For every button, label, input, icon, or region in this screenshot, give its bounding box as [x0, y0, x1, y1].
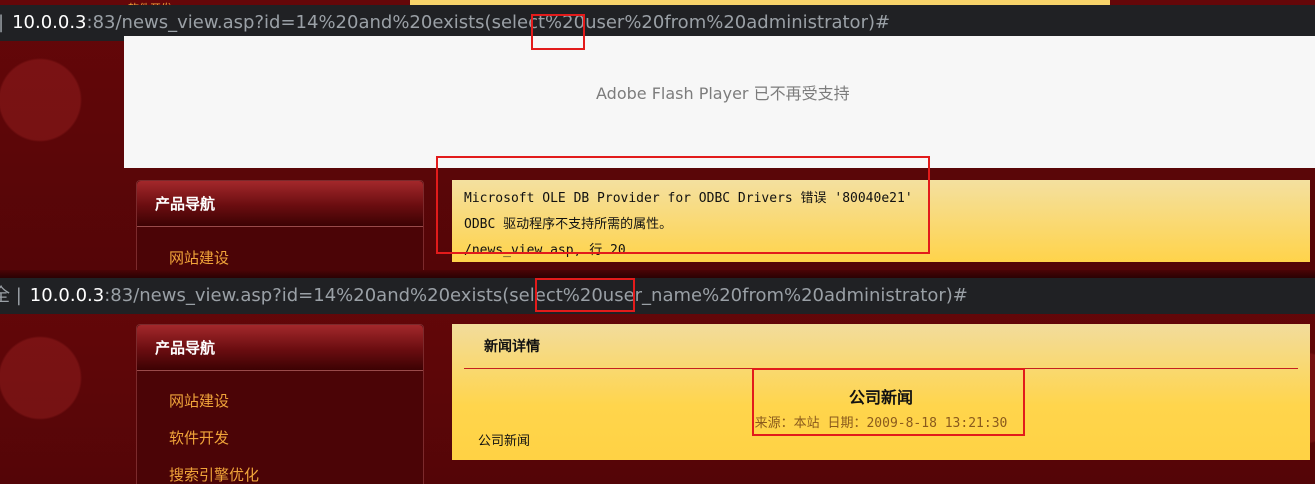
- product-nav-title: 产品导航: [137, 181, 423, 227]
- flash-banner: Adobe Flash Player 已不再受支持: [124, 36, 1315, 168]
- nav-item-website-building[interactable]: 网站建设: [137, 383, 423, 420]
- product-nav: 产品导航 网站建设: [136, 180, 424, 270]
- news-body: 公司新闻: [478, 434, 531, 449]
- url-host: 10.0.0.3: [12, 12, 87, 33]
- nav-item-software-development[interactable]: 软件开发: [137, 420, 423, 457]
- flash-unsupported-notice: Adobe Flash Player 已不再受支持: [596, 84, 850, 103]
- product-nav-title: 产品导航: [137, 325, 423, 371]
- bottom-browser-panel: 全 | 10.0.0.3:83/news_view.asp?id=14%20and…: [0, 278, 1315, 484]
- security-icon[interactable]: |: [0, 12, 4, 33]
- highlight-user-param: [531, 14, 585, 50]
- nav-item-website-building[interactable]: 网站建设: [137, 227, 423, 267]
- nav-item-seo[interactable]: 搜索引擎优化: [137, 457, 423, 484]
- address-bar[interactable]: 全 | 10.0.0.3:83/news_view.asp?id=14%20and…: [0, 278, 1315, 314]
- screenshot-divider: [0, 270, 1315, 278]
- news-detail-header: 新闻详情: [484, 339, 540, 355]
- top-browser-panel: 软件开发 |10.0.0.3:83/news_view.asp?id=14%20…: [0, 0, 1315, 270]
- highlight-user-name-param: [535, 278, 635, 312]
- url-host: 10.0.0.3: [29, 285, 105, 306]
- highlight-news-title: [752, 368, 1025, 436]
- product-nav: 产品导航 网站建设 软件开发 搜索引擎优化: [136, 324, 424, 484]
- highlight-error-message: [436, 156, 930, 254]
- security-icon[interactable]: 全 |: [0, 285, 22, 306]
- url-path: :83/news_view.asp?id=14%20and%20exists(s…: [86, 12, 891, 33]
